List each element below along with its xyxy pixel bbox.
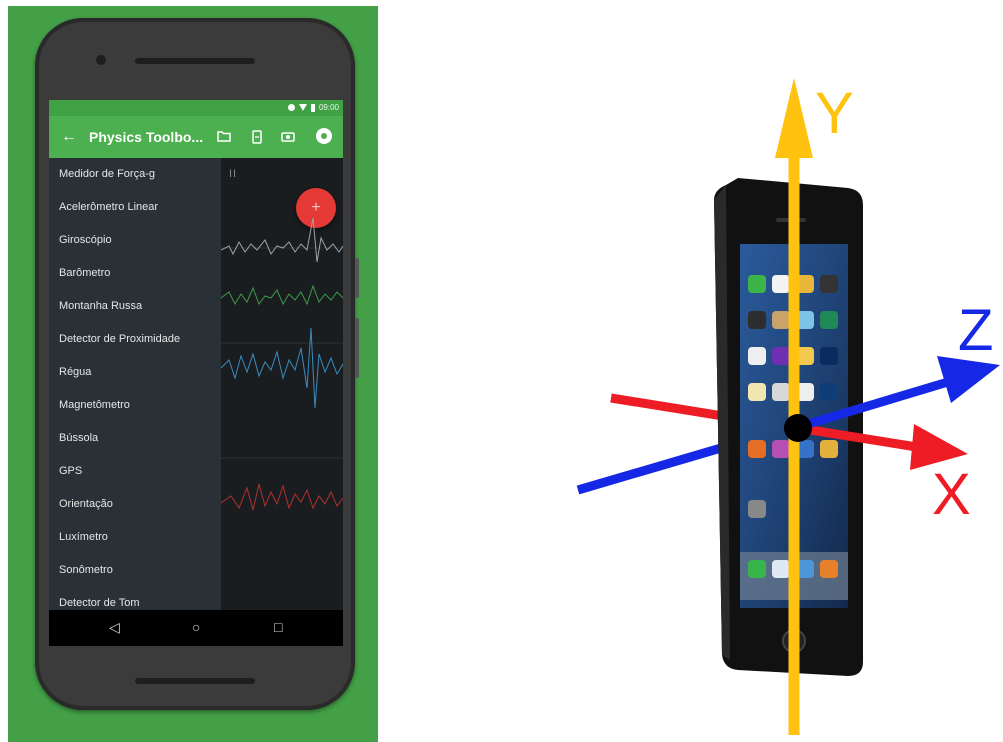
- back-arrow-icon[interactable]: ←: [61, 128, 77, 146]
- x-axis-label: X: [932, 462, 971, 527]
- sensor-graph-area: II +: [221, 158, 343, 610]
- sensor-waveforms: [221, 217, 343, 511]
- android-phone: 09:00 ← Physics Toolbo... Medidor de For…: [35, 18, 359, 710]
- settings-icon[interactable]: [315, 127, 333, 148]
- drawer-item[interactable]: Orientação: [49, 488, 221, 521]
- nav-recents-button[interactable]: □: [274, 619, 282, 635]
- waveform-trace-blue: [221, 327, 343, 409]
- wifi-icon: [298, 104, 307, 111]
- waveform-trace-gray: [221, 217, 343, 263]
- app-title: Physics Toolbo...: [89, 129, 204, 145]
- volume-button: [355, 258, 359, 298]
- drawer-item[interactable]: Detector de Proximidade: [49, 323, 221, 356]
- phone-screen: 09:00 ← Physics Toolbo... Medidor de For…: [49, 100, 343, 646]
- bottom-speaker: [135, 678, 255, 684]
- battery-icon: [310, 103, 315, 112]
- drawer-item[interactable]: Barômetro: [49, 257, 221, 290]
- drawer-item[interactable]: Régua: [49, 356, 221, 389]
- drawer-item[interactable]: Sonômetro: [49, 554, 221, 587]
- nav-home-button[interactable]: ○: [192, 619, 200, 635]
- nav-back-button[interactable]: ◁: [109, 619, 120, 636]
- drawer-item[interactable]: Giroscópio: [49, 224, 221, 257]
- android-nav-bar: ◁ ○ □: [49, 610, 343, 646]
- drawer-item[interactable]: GPS: [49, 455, 221, 488]
- front-camera: [96, 55, 106, 65]
- earpiece-speaker: [135, 58, 255, 64]
- origin-point: [784, 414, 812, 442]
- y-axis-arrowhead: [775, 78, 813, 158]
- drawer-item[interactable]: Magnetômetro: [49, 389, 221, 422]
- axes-diagram: [576, 78, 1000, 735]
- drawer-item[interactable]: Bússola: [49, 422, 221, 455]
- waveform-trace-green: [221, 284, 343, 306]
- y-axis-label: Y: [815, 81, 854, 146]
- waveform-trace-red: [221, 483, 343, 511]
- drawer-item[interactable]: Luxímetro: [49, 521, 221, 554]
- z-axis-back: [576, 438, 740, 495]
- status-bar: 09:00: [49, 100, 343, 116]
- drawer-item[interactable]: Detector de Tom: [49, 587, 221, 610]
- drawer-item[interactable]: Acelerômetro Linear: [49, 191, 221, 224]
- app-bar: ← Physics Toolbo...: [49, 116, 343, 158]
- navigation-drawer: Medidor de Força-g Acelerômetro Linear G…: [49, 158, 221, 610]
- status-time: 09:00: [318, 103, 339, 112]
- notification-icon: [287, 104, 295, 111]
- camera-icon[interactable]: [281, 130, 295, 145]
- z-axis-label: Z: [958, 298, 994, 363]
- folder-icon[interactable]: [217, 130, 231, 145]
- drawer-item[interactable]: Montanha Russa: [49, 290, 221, 323]
- left-panel: 09:00 ← Physics Toolbo... Medidor de For…: [8, 6, 378, 742]
- drawer-item[interactable]: Medidor de Força-g: [49, 158, 221, 191]
- phone-icon[interactable]: [252, 130, 262, 147]
- z-axis-arrowhead: [937, 356, 1000, 403]
- power-button: [355, 318, 359, 378]
